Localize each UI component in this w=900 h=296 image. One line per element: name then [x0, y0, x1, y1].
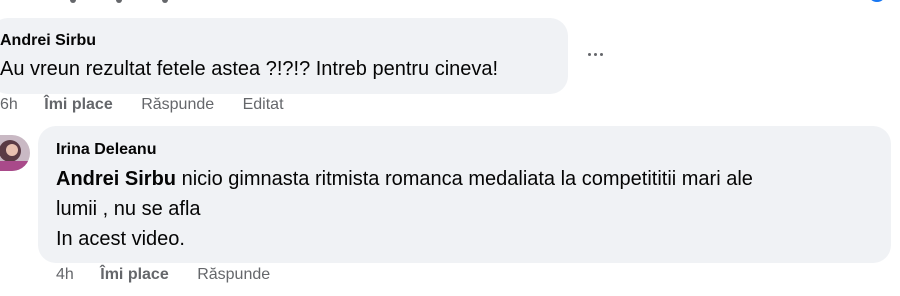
comment-timestamp[interactable]: 4h [56, 266, 74, 284]
comment-actions: 6h Îmi place Răspunde Editat [0, 96, 284, 114]
reaction-icon[interactable] [860, 0, 886, 6]
avatar[interactable] [0, 135, 30, 171]
more-options-button[interactable] [584, 40, 606, 68]
comment-text-line: In acest video. [56, 228, 185, 250]
like-button[interactable]: Îmi place [100, 266, 168, 284]
comment-text-line: lumii , nu se afla [56, 198, 201, 220]
comment-text-line: Andrei Sirbu nicio gimnasta ritmista rom… [56, 164, 876, 194]
comment-actions: 4h Îmi place Răspunde [56, 266, 270, 284]
reply-button[interactable]: Răspunde [197, 266, 270, 284]
comment-author[interactable]: Irina Deleanu [56, 141, 156, 159]
comment-timestamp[interactable]: 6h [0, 96, 18, 114]
comment-text: Andrei Sirbu nicio gimnasta ritmista rom… [56, 164, 876, 254]
comments-thread: Andrei Sirbu Au vreun rezultat fetele as… [0, 0, 900, 296]
mention-link[interactable]: Andrei Sirbu [56, 168, 176, 190]
comment-text: Au vreun rezultat fetele astea ?!?!? Int… [0, 58, 499, 80]
edited-label: Editat [242, 96, 284, 113]
more-horizontal-icon [586, 52, 604, 56]
reply-button[interactable]: Răspunde [141, 96, 214, 114]
comment-text-fragment: nicio gimnasta ritmista romanca medaliat… [176, 168, 753, 190]
comment-author[interactable]: Andrei Sirbu [0, 32, 96, 50]
cut-off-actions-row [70, 0, 240, 4]
like-button[interactable]: Îmi place [44, 96, 112, 114]
comment-bubble [0, 18, 568, 94]
